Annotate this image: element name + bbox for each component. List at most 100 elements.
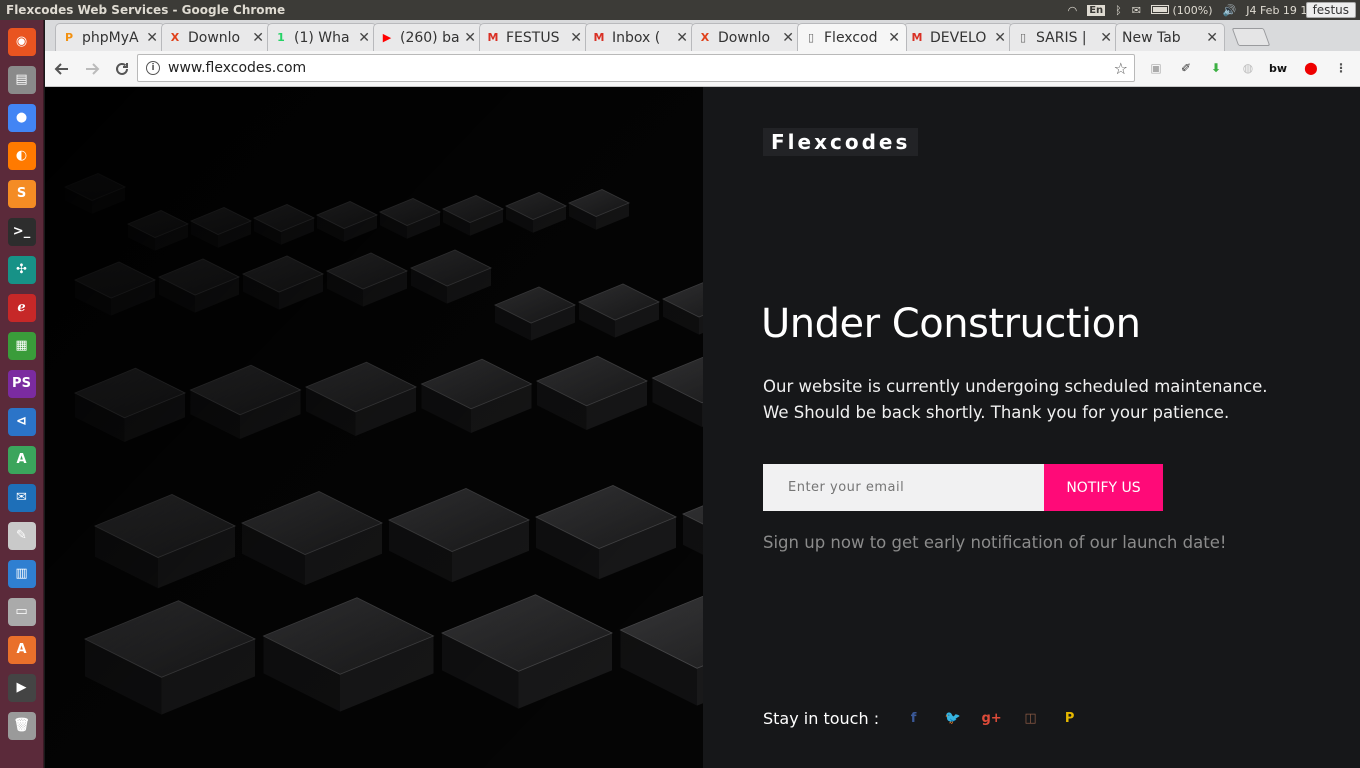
browser-tab[interactable]: ▯ Flexcod ✕ xyxy=(797,23,907,51)
launcher-item[interactable]: ▶ xyxy=(4,670,40,705)
google-plus-icon[interactable]: g+ xyxy=(981,710,1001,727)
content-panel: Flexcodes Under Construction Our website… xyxy=(703,87,1360,768)
pinterest-icon[interactable]: P xyxy=(1061,710,1078,727)
tab-close-icon[interactable]: ✕ xyxy=(252,30,264,46)
tab-close-icon[interactable]: ✕ xyxy=(676,30,688,46)
tab-title: DEVELO xyxy=(930,29,987,46)
notify-us-button[interactable]: NOTIFY US xyxy=(1044,464,1163,511)
launcher-item[interactable]: ▥ xyxy=(4,556,40,591)
tab-title: Inbox ( xyxy=(612,29,661,46)
launcher-item[interactable]: ● xyxy=(4,100,40,135)
launcher-item[interactable]: ▦ xyxy=(4,328,40,363)
launcher-item[interactable]: ▭ xyxy=(4,594,40,629)
browser-tab[interactable]: 1 (1) Wha ✕ xyxy=(267,23,377,51)
tab-favicon-icon: P xyxy=(64,31,74,44)
text-editor-icon: ✎ xyxy=(7,521,36,550)
back-arrow-icon xyxy=(54,62,68,75)
unity-launcher: ◉ ▤ ● ◐ S >_ ✣ ℯ ▦ PS ⊲ A ✉ ✎ ▥ ▭ A ▶ 🗑 xyxy=(0,20,44,768)
extension-download-icon[interactable]: ⬇ xyxy=(1205,57,1227,79)
twitter-icon[interactable]: 🐦 xyxy=(944,710,961,727)
new-tab-button[interactable] xyxy=(1231,28,1271,46)
launcher-item[interactable]: S xyxy=(4,176,40,211)
extension-disabled-icon[interactable]: ◍ xyxy=(1237,57,1259,79)
tab-close-icon[interactable]: ✕ xyxy=(888,30,900,46)
site-logo[interactable]: Flexcodes xyxy=(763,128,919,156)
launcher-item[interactable]: >_ xyxy=(4,214,40,249)
tab-close-icon[interactable]: ✕ xyxy=(782,30,794,46)
tab-close-icon[interactable]: ✕ xyxy=(1100,30,1112,46)
terminal-icon: >_ xyxy=(7,217,36,246)
browser-tab[interactable]: New Tab ✕ xyxy=(1115,23,1225,51)
email-input[interactable] xyxy=(763,464,1044,511)
browser-tab[interactable]: X Downlo ✕ xyxy=(161,23,271,51)
launcher-item[interactable]: ✎ xyxy=(4,518,40,553)
launcher-item[interactable]: ◉ xyxy=(4,24,40,59)
web-page: Flexcodes Under Construction Our website… xyxy=(45,87,1360,768)
launcher-item[interactable]: ✣ xyxy=(4,252,40,287)
browser-tab[interactable]: X Downlo ✕ xyxy=(691,23,801,51)
tab-favicon-icon: M xyxy=(593,31,605,44)
tab-title: (1) Wha xyxy=(294,29,350,46)
facebook-icon[interactable]: f xyxy=(905,710,922,727)
profile-button[interactable]: festus xyxy=(1305,2,1356,18)
browser-tab[interactable]: ▶ (260) ba ✕ xyxy=(373,23,483,51)
tab-close-icon[interactable]: ✕ xyxy=(570,30,582,46)
cubes-illustration xyxy=(45,87,703,768)
tab-close-icon[interactable]: ✕ xyxy=(994,30,1006,46)
launcher-item[interactable]: 🗑 xyxy=(4,708,40,743)
tab-close-icon[interactable]: ✕ xyxy=(1206,30,1218,46)
extension-colorpicker-icon[interactable]: ✐ xyxy=(1175,57,1197,79)
os-top-panel: Flexcodes Web Services - Google Chrome ◠… xyxy=(0,0,1360,20)
forward-button[interactable] xyxy=(79,56,105,82)
address-bar[interactable]: i www.flexcodes.com ☆ xyxy=(137,54,1135,82)
keyboard-layout-indicator[interactable]: En xyxy=(1087,4,1106,16)
extension-screen-icon[interactable]: ▣ xyxy=(1145,57,1167,79)
tab-favicon-icon: ▯ xyxy=(807,31,815,44)
address-url[interactable]: www.flexcodes.com xyxy=(168,60,1114,76)
tab-close-icon[interactable]: ✕ xyxy=(464,30,476,46)
maintenance-description: Our website is currently undergoing sche… xyxy=(763,374,1283,426)
launcher-item[interactable]: ▤ xyxy=(4,62,40,97)
tab-title: FESTUS xyxy=(506,29,560,46)
tab-title: phpMyA xyxy=(82,29,139,46)
battery-percent: (100%) xyxy=(1172,3,1213,17)
launcher-item[interactable]: A xyxy=(4,442,40,477)
firefox-icon: ◐ xyxy=(7,141,36,170)
reader-icon: ℯ xyxy=(7,293,36,322)
instagram-icon[interactable]: ◫ xyxy=(1022,710,1039,727)
extension-bw-icon[interactable]: bw xyxy=(1267,57,1289,79)
launcher-item[interactable]: ✉ xyxy=(4,480,40,515)
back-button[interactable] xyxy=(49,56,75,82)
bluetooth-icon[interactable]: ᛒ xyxy=(1115,4,1122,17)
volume-icon[interactable]: 🔊 xyxy=(1223,4,1237,17)
description-line-1: Our website is currently undergoing sche… xyxy=(763,377,1268,396)
vscode-icon: ⊲ xyxy=(7,407,36,436)
tab-favicon-icon: M xyxy=(911,31,923,44)
signup-hint: Sign up now to get early notification of… xyxy=(763,533,1227,552)
launcher-item[interactable]: ⊲ xyxy=(4,404,40,439)
browser-tab[interactable]: PphpMyA ✕ xyxy=(55,23,165,51)
reload-button[interactable] xyxy=(109,56,135,82)
chrome-menu-icon[interactable]: ⋮ xyxy=(1330,57,1352,79)
tab-close-icon[interactable]: ✕ xyxy=(358,30,370,46)
stay-in-touch-label: Stay in touch : xyxy=(763,709,880,728)
launcher-item[interactable]: PS xyxy=(4,366,40,401)
launcher-item[interactable]: ◐ xyxy=(4,138,40,173)
browser-tab[interactable]: ▯ SARIS | ✕ xyxy=(1009,23,1119,51)
tab-title: Downlo xyxy=(718,29,771,46)
battery-indicator[interactable]: (100%) xyxy=(1150,3,1213,17)
browser-tab[interactable]: M Inbox ( ✕ xyxy=(585,23,695,51)
bookmark-star-icon[interactable]: ☆ xyxy=(1114,59,1128,78)
tab-title: SARIS | xyxy=(1036,29,1087,46)
browser-tab[interactable]: M DEVELO ✕ xyxy=(903,23,1013,51)
browser-tab[interactable]: M FESTUS ✕ xyxy=(479,23,589,51)
launcher-item[interactable]: ℯ xyxy=(4,290,40,325)
extension-opera-icon[interactable]: ⬤ xyxy=(1300,57,1322,79)
tab-close-icon[interactable]: ✕ xyxy=(146,30,158,46)
tab-title: Downlo xyxy=(188,29,241,46)
mail-icon[interactable]: ✉ xyxy=(1132,4,1141,17)
launcher-item[interactable]: A xyxy=(4,632,40,667)
wifi-icon[interactable]: ◠ xyxy=(1068,4,1078,17)
site-info-icon[interactable]: i xyxy=(146,61,160,75)
tab-title: (260) ba xyxy=(400,29,460,46)
